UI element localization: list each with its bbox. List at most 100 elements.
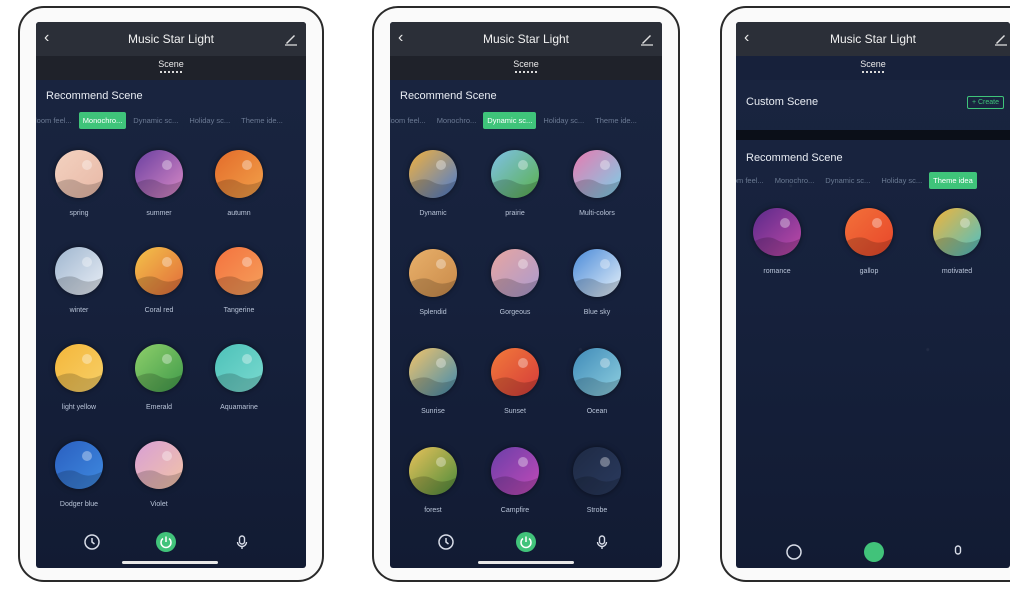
scene-tile[interactable]: romance [742, 208, 812, 275]
scene-tile[interactable]: Ocean [562, 348, 632, 415]
scene-tile[interactable]: Sunrise [398, 348, 468, 415]
scene-name: Sunrise [421, 408, 445, 415]
field-icon [135, 344, 183, 392]
category-chip[interactable]: Monochro... [78, 112, 127, 129]
squiggle-icon [933, 208, 981, 256]
category-chip[interactable]: Theme ide... [237, 112, 287, 129]
tab-scene[interactable]: Scene [390, 56, 662, 69]
category-chip[interactable]: Monochro... [771, 172, 819, 189]
scene-tile[interactable]: Gorgeous [480, 249, 550, 316]
scene-tile[interactable]: Strobe [562, 447, 632, 514]
scene-tile[interactable]: winter [44, 247, 114, 314]
tab-indicator [160, 71, 182, 73]
scene-tile[interactable]: spring [44, 150, 114, 217]
scene-tile[interactable]: Dynamic [398, 150, 468, 217]
scene-name: Aquamarine [220, 404, 258, 411]
back-icon[interactable]: ‹ [398, 30, 403, 46]
scene-tile[interactable]: gallop [834, 208, 904, 275]
category-chip[interactable]: Bloom feel... [390, 112, 430, 129]
clock-icon[interactable] [82, 532, 102, 552]
scene-tab-bar: Scene [736, 56, 1010, 80]
scene-tile[interactable]: Multi-colors [562, 150, 632, 217]
scene-tile[interactable]: light yellow [44, 344, 114, 411]
scene-tile[interactable]: Tangerine [204, 247, 274, 314]
scene-grid: spring summer autumn winter Coral red Tangeri… [36, 150, 306, 530]
scene-tile[interactable]: motivated [922, 208, 992, 275]
edit-icon[interactable] [640, 32, 654, 46]
recommend-scene-heading: Recommend Scene [46, 90, 143, 102]
category-chip[interactable]: Holiday sc... [877, 172, 926, 189]
clouds-icon [491, 249, 539, 297]
scene-tile[interactable]: Coral red [124, 247, 194, 314]
phone-frame-1: ‹ Music Star Light Scene Recommend Scene… [18, 6, 324, 582]
bottom-bar [736, 526, 1010, 568]
power-icon[interactable] [516, 532, 536, 552]
sunrise-icon [409, 348, 457, 396]
scene-tile[interactable]: summer [124, 150, 194, 217]
category-chip[interactable]: Bloom feel... [36, 112, 76, 129]
power-icon[interactable] [156, 532, 176, 552]
scene-tile[interactable]: Splendid [398, 249, 468, 316]
scene-tile[interactable]: Aquamarine [204, 344, 274, 411]
category-chip[interactable]: Theme idea [929, 172, 977, 189]
home-indicator[interactable] [122, 561, 218, 564]
custom-scene-row: Custom Scene + Create [736, 82, 1010, 124]
scene-tile[interactable]: forest [398, 447, 468, 514]
dunes-icon [409, 249, 457, 297]
scene-name: romance [763, 268, 791, 275]
back-icon[interactable]: ‹ [44, 30, 49, 46]
clock-icon[interactable] [784, 542, 804, 562]
clock-icon[interactable] [436, 532, 456, 552]
category-chip[interactable]: Bloom feel... [736, 172, 768, 189]
snow-mountain-icon [55, 247, 103, 295]
create-scene-button[interactable]: + Create [966, 96, 1004, 109]
category-chip[interactable]: Dynamic sc... [821, 172, 874, 189]
scene-name: Violet [150, 501, 168, 508]
scene-tab-bar: Scene [390, 56, 662, 80]
edit-icon[interactable] [284, 32, 298, 46]
tent-icon [491, 447, 539, 495]
scene-tile[interactable]: Emerald [124, 344, 194, 411]
sun-swirl-icon [135, 247, 183, 295]
category-chip[interactable]: Dynamic sc... [129, 112, 182, 129]
scene-name: summer [146, 210, 172, 217]
power-icon[interactable] [864, 542, 884, 562]
scene-name: Ocean [586, 408, 608, 415]
scene-tile[interactable]: Dodger blue [44, 441, 114, 508]
scene-name: Coral red [144, 307, 174, 314]
category-chips: Bloom feel...Monochro...Dynamic sc...Hol… [736, 172, 1010, 192]
category-chip[interactable]: Holiday sc... [185, 112, 234, 129]
category-chip[interactable]: Dynamic sc... [483, 112, 537, 129]
scene-name: motivated [941, 268, 973, 275]
scene-tile[interactable]: Blue sky [562, 249, 632, 316]
section-divider [736, 130, 1010, 140]
microphone-icon[interactable] [592, 532, 612, 552]
category-chip[interactable]: Theme ide... [591, 112, 641, 129]
couple-icon [753, 208, 801, 256]
phone-screen-1: ‹ Music Star Light Scene Recommend Scene… [36, 22, 306, 568]
back-icon[interactable]: ‹ [744, 30, 749, 46]
scene-tile[interactable]: autumn [204, 150, 274, 217]
scene-name: Strobe [586, 507, 608, 514]
home-indicator[interactable] [478, 561, 574, 564]
category-chip[interactable]: Monochro... [433, 112, 481, 129]
tab-scene[interactable]: Scene [36, 56, 306, 69]
recommend-scene-heading: Recommend Scene [746, 152, 843, 164]
wave-icon [573, 348, 621, 396]
microphone-icon[interactable] [232, 532, 252, 552]
tab-scene[interactable]: Scene [736, 56, 1010, 69]
scene-tile[interactable]: Campfire [480, 447, 550, 514]
category-chip[interactable]: Holiday sc... [539, 112, 588, 129]
microphone-icon[interactable] [948, 542, 968, 562]
scene-tile[interactable]: Violet [124, 441, 194, 508]
scene-name: Campfire [500, 507, 530, 514]
recommend-scene-heading: Recommend Scene [400, 90, 497, 102]
prairie-icon [491, 150, 539, 198]
scene-name: Dynamic [419, 210, 447, 217]
rainbow-icon [573, 150, 621, 198]
scene-tile[interactable]: prairie [480, 150, 550, 217]
pumpkin-icon [215, 150, 263, 198]
edit-icon[interactable] [994, 32, 1008, 46]
scene-tile[interactable]: Sunset [480, 348, 550, 415]
category-chips: Bloom feel...Monochro...Dynamic sc...Hol… [390, 112, 662, 132]
